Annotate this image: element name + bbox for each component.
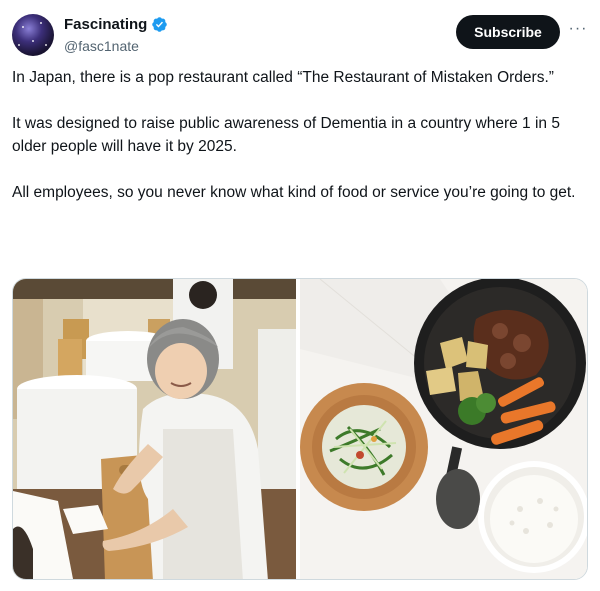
subscribe-button[interactable]: Subscribe (456, 15, 560, 49)
tweet-paragraph: In Japan, there is a pop restaurant call… (12, 69, 554, 86)
tweet-text: In Japan, there is a pop restaurant call… (12, 66, 582, 204)
more-horizontal-icon[interactable]: ··· (568, 21, 588, 42)
restaurant-waitress-photo[interactable] (13, 279, 296, 579)
author-avatar[interactable] (12, 14, 54, 56)
post-header: Fascinating @fasc1nate Subscribe ··· (12, 12, 588, 60)
waitress-illustration (13, 279, 296, 579)
verified-badge-icon (151, 16, 168, 33)
food-plates-photo[interactable] (300, 279, 587, 579)
media-grid (12, 278, 588, 580)
name-row: Fascinating (64, 16, 168, 33)
tweet-paragraph: All employees, so you never know what ki… (12, 184, 576, 201)
tweet-paragraph: It was designed to raise public awarenes… (12, 115, 560, 155)
tweet-post: Fascinating @fasc1nate Subscribe ··· In … (0, 0, 600, 591)
food-illustration (300, 279, 587, 579)
author-display-name[interactable]: Fascinating (64, 16, 147, 33)
author-handle[interactable]: @fasc1nate (64, 38, 139, 54)
